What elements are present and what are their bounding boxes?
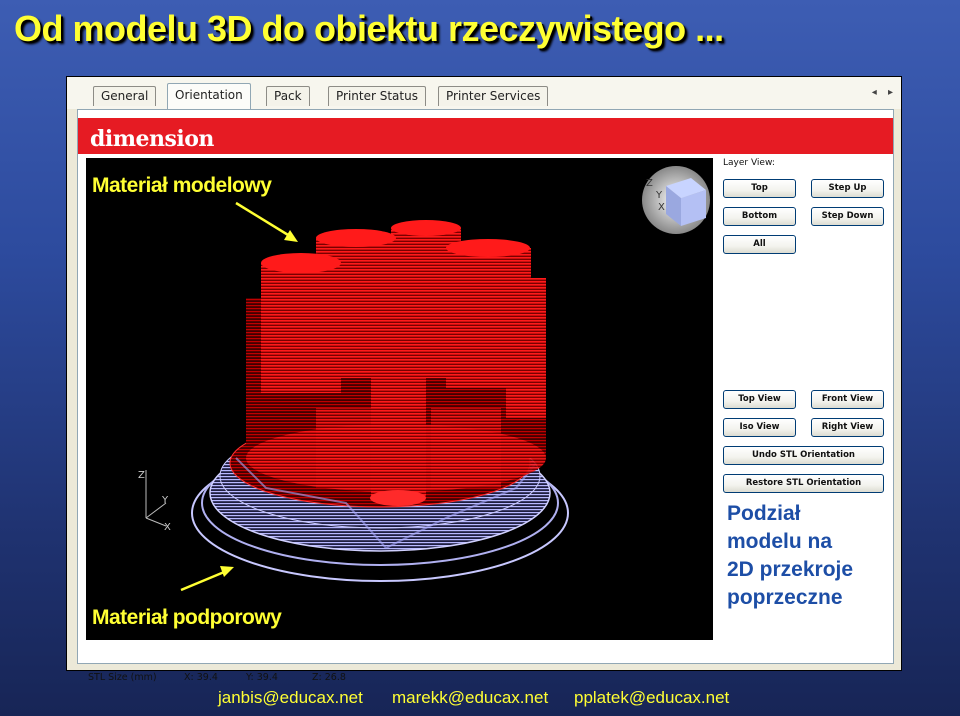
model-material-gear xyxy=(246,220,546,506)
footer-email-3[interactable]: pplatek@educax.net xyxy=(574,688,729,708)
tab-scroll-arrows-icon[interactable]: ◂ ▸ xyxy=(872,87,897,98)
brand-header: dimension xyxy=(78,118,893,154)
layer-view-label: Layer View: xyxy=(723,158,775,168)
footer-email-2[interactable]: marekk@educax.net xyxy=(392,688,548,708)
slicing-line-3: 2D przekroje xyxy=(727,558,854,581)
label-model-material: Materiał modelowy xyxy=(92,174,272,197)
step-down-button[interactable]: Step Down xyxy=(811,207,884,226)
svg-text:Z: Z xyxy=(138,470,145,481)
stl-size-y: Y: 39.4 xyxy=(246,672,278,683)
svg-text:X: X xyxy=(658,202,665,213)
tab-orientation[interactable]: Orientation xyxy=(167,83,251,109)
slicing-description: Podział modelu na 2D przekroje poprzeczn… xyxy=(727,500,853,612)
restore-stl-orientation-button[interactable]: Restore STL Orientation xyxy=(723,474,884,493)
footer-email-1[interactable]: janbis@educax.net xyxy=(218,688,363,708)
undo-stl-orientation-button[interactable]: Undo STL Orientation xyxy=(723,446,884,465)
all-button[interactable]: All xyxy=(723,235,796,254)
front-view-button[interactable]: Front View xyxy=(811,390,884,409)
svg-text:X: X xyxy=(164,522,171,533)
orientation-cube-icon[interactable]: Z Y X xyxy=(642,166,710,234)
bottom-button[interactable]: Bottom xyxy=(723,207,796,226)
slicing-line-4: poprzeczne xyxy=(727,586,843,609)
stl-size-x: X: 39.4 xyxy=(184,672,218,683)
axis-triad-icon: Z Y X xyxy=(138,470,171,533)
dimension-logo: dimension xyxy=(90,126,214,152)
tab-strip: General Orientation Pack Printer Status … xyxy=(67,77,901,109)
label-support-material: Materiał podporowy xyxy=(92,606,282,629)
svg-text:Z: Z xyxy=(646,178,653,189)
tab-printer-status[interactable]: Printer Status xyxy=(328,86,426,106)
slicing-line-1: Podział xyxy=(727,502,801,525)
slide-title: Od modelu 3D do obiektu rzeczywistego ..… xyxy=(14,8,724,49)
tab-general[interactable]: General xyxy=(93,86,157,106)
slicing-line-2: modelu na xyxy=(727,530,833,553)
top-button[interactable]: Top xyxy=(723,179,796,198)
iso-view-button[interactable]: Iso View xyxy=(723,418,796,437)
footer-contacts: janbis@educax.net marekk@educax.net ppla… xyxy=(0,686,960,714)
svg-text:Y: Y xyxy=(655,190,663,201)
svg-text:Y: Y xyxy=(161,495,169,506)
stl-size-z: Z: 26.8 xyxy=(312,672,346,683)
top-view-button[interactable]: Top View xyxy=(723,390,796,409)
step-up-button[interactable]: Step Up xyxy=(811,179,884,198)
stl-size-label: STL Size (mm) xyxy=(88,672,157,683)
model-render: Z Y X Z Y X xyxy=(138,166,710,592)
tab-pack[interactable]: Pack xyxy=(266,86,310,106)
model-3d-viewport[interactable]: Z Y X Z Y X Materiał modelowy Materiał p… xyxy=(86,158,713,640)
tab-printer-services[interactable]: Printer Services xyxy=(438,86,549,106)
right-view-button[interactable]: Right View xyxy=(811,418,884,437)
